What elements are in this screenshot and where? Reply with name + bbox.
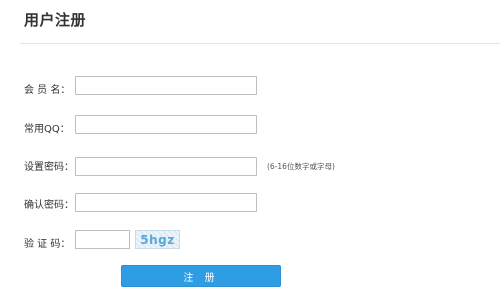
captcha-image[interactable]: 5hgz: [135, 230, 180, 249]
password-label: 设置密码：: [24, 162, 74, 173]
qq-input[interactable]: [75, 115, 257, 134]
captcha-label: 验 证 码：: [24, 239, 71, 250]
password-hint: (6-16位数字或字母): [267, 162, 335, 171]
qq-label: 常用QQ：: [24, 124, 70, 135]
member-name-label: 会 员 名：: [24, 85, 71, 96]
register-button[interactable]: 注 册: [121, 265, 281, 287]
member-name-input[interactable]: [75, 76, 257, 95]
password-input[interactable]: [75, 157, 257, 176]
captcha-image-text: 5hgz: [140, 232, 175, 247]
captcha-input[interactable]: [75, 230, 130, 249]
confirm-password-input[interactable]: [75, 193, 257, 212]
page-title: 用户注册: [24, 11, 87, 29]
confirm-password-label: 确认密码：: [24, 200, 74, 211]
register-button-label: 注 册: [183, 272, 219, 284]
header-divider: [20, 43, 500, 44]
